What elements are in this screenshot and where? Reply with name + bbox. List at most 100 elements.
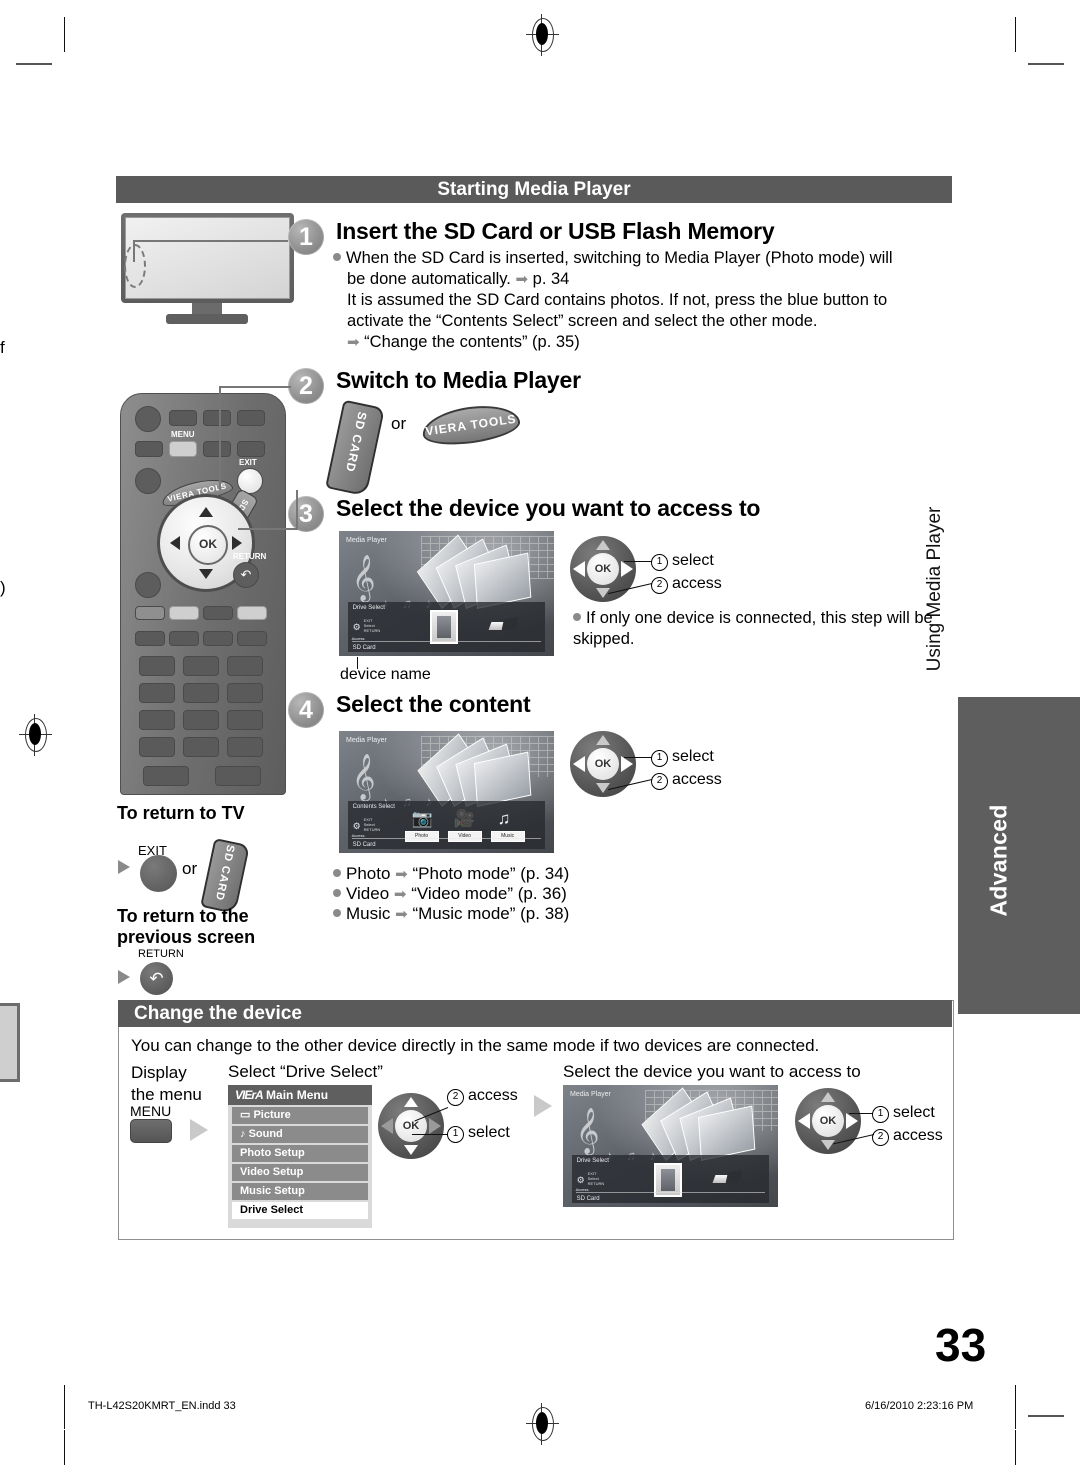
leader-line-step1-h [133, 240, 288, 242]
mode-name-video: Video [346, 884, 390, 903]
photo-icon[interactable]: 📷 [412, 809, 433, 829]
remote-keypad-8[interactable] [183, 710, 219, 730]
arrow-down-icon[interactable] [199, 569, 213, 579]
tile-video[interactable]: Video [447, 830, 482, 842]
arrow-down-icon[interactable] [821, 1140, 835, 1150]
video-icon[interactable]: 🎥 [454, 809, 475, 829]
menu-item-drive-select[interactable]: Drive Select [232, 1202, 368, 1219]
usb-drive-icon[interactable] [712, 1167, 742, 1189]
section-header-starting-media-player: Starting Media Player [116, 176, 952, 203]
remote-color-button-blue[interactable] [237, 606, 267, 620]
menu-item-photo-setup[interactable]: Photo Setup [232, 1145, 368, 1162]
remote-left-button-upper[interactable] [135, 468, 161, 494]
remote-menu-button[interactable] [169, 441, 197, 457]
contents-select-app-title: Media Player [346, 737, 387, 744]
ok-button[interactable]: OK [812, 1105, 844, 1137]
arrow-left-icon[interactable] [798, 1113, 810, 1129]
arrow-right-icon[interactable] [621, 756, 633, 772]
menu-item-music-setup[interactable]: Music Setup [232, 1183, 368, 1200]
remote-keypad-7[interactable] [139, 710, 175, 730]
arrow-up-icon[interactable] [596, 735, 610, 745]
remote-ok-button[interactable]: OK [188, 525, 228, 565]
section-header-change-device: Change the device [118, 1000, 952, 1027]
cursor-pad-step3[interactable]: OK [570, 536, 636, 602]
menu-item-picture[interactable]: ▭ Picture [232, 1107, 368, 1124]
remote-function-button-4[interactable] [237, 631, 267, 646]
return-button-icon[interactable]: ↶ [140, 962, 173, 995]
arrow-left-icon[interactable] [573, 756, 585, 772]
remote-top-button-3[interactable] [237, 410, 265, 426]
menu-item-video-setup[interactable]: Video Setup [232, 1164, 368, 1181]
list-item: Video ➡ “Video mode” (p. 36) [333, 884, 733, 904]
remote-color-button-yellow[interactable] [203, 606, 233, 620]
arrow-right-icon[interactable] [621, 561, 633, 577]
cursor-pad-change-right[interactable]: OK [795, 1088, 861, 1154]
remote-power-button[interactable] [135, 406, 161, 432]
arrow-up-icon[interactable] [404, 1097, 418, 1107]
callout-line-change-right-select [849, 1113, 873, 1114]
remote-keypad-3[interactable] [227, 656, 263, 676]
remote-button-row2-1[interactable] [135, 441, 163, 457]
remote-keypad-6[interactable] [227, 683, 263, 703]
arrow-left-icon[interactable] [381, 1118, 393, 1134]
arrow-right-icon[interactable] [429, 1118, 441, 1134]
arrow-right-icon[interactable] [232, 536, 242, 550]
ok-button[interactable]: OK [587, 748, 619, 780]
remote-bottom-button-left[interactable] [143, 766, 189, 786]
remote-function-button-2[interactable] [169, 631, 199, 646]
cursor-pad-change-left[interactable]: OK [378, 1093, 444, 1159]
usb-drive-icon[interactable] [488, 614, 518, 636]
remote-bottom-button-right[interactable] [215, 766, 261, 786]
sd-card-icon[interactable] [429, 610, 458, 645]
remote-keypad-2[interactable] [183, 656, 219, 676]
arrow-icon: ➡ [395, 906, 408, 923]
arrow-up-icon[interactable] [199, 507, 213, 517]
sd-card-key-icon-return[interactable]: SD CARD [200, 838, 250, 914]
exit-button-icon[interactable] [140, 855, 177, 892]
tv-base [166, 314, 248, 324]
ok-button[interactable]: OK [395, 1110, 427, 1142]
cursor-pad-step4[interactable]: OK [570, 731, 636, 797]
menu-button[interactable] [130, 1119, 172, 1143]
crop-mark-top-left [64, 17, 65, 52]
remote-function-button-3[interactable] [203, 631, 233, 646]
arrow-down-icon[interactable] [404, 1145, 418, 1155]
remote-keypad-9[interactable] [227, 710, 263, 730]
sd-card-key-icon[interactable]: SD CARD [325, 399, 385, 497]
step-1-line-4: It is assumed the SD Card contains photo… [347, 291, 888, 309]
drive-select-device-name: SD Card [352, 645, 376, 652]
ok-button[interactable]: OK [587, 553, 619, 585]
remote-return-button[interactable]: ↶ [233, 562, 259, 588]
arrow-up-icon[interactable] [596, 540, 610, 550]
arrow-left-icon[interactable] [573, 561, 585, 577]
leader-line-step2 [219, 386, 221, 490]
remote-keypad-asterisk[interactable] [139, 737, 175, 757]
tile-photo[interactable]: Photo [404, 830, 439, 842]
remote-keypad-0[interactable] [183, 737, 219, 757]
remote-top-button-2[interactable] [203, 410, 231, 426]
remote-button-row2-4[interactable] [237, 441, 265, 457]
callout-step3-access: 2 access [651, 575, 722, 594]
remote-keypad-4[interactable] [139, 683, 175, 703]
tile-music[interactable]: Music [490, 830, 525, 842]
step-1-line-2: be done automatically. [347, 270, 511, 288]
music-icon[interactable]: ♫ [498, 809, 511, 829]
remote-button-row2-3[interactable] [203, 441, 231, 457]
remote-function-button-1[interactable] [135, 631, 165, 646]
viera-tools-key-icon[interactable]: VIERA TOOLS [419, 400, 523, 450]
menu-item-sound[interactable]: ♪ Sound [232, 1126, 368, 1143]
remote-left-button-lower[interactable] [135, 572, 161, 598]
arrow-left-icon[interactable] [170, 536, 180, 550]
remote-keypad-1[interactable] [139, 656, 175, 676]
arrow-up-icon[interactable] [821, 1092, 835, 1102]
remote-color-button-green[interactable] [169, 606, 199, 620]
footer-timestamp: 6/16/2010 2:23:16 PM [865, 1400, 974, 1412]
remote-keypad-5[interactable] [183, 683, 219, 703]
arrow-right-icon[interactable] [846, 1113, 858, 1129]
remote-color-button-red[interactable] [135, 606, 165, 620]
remote-keypad-hash[interactable] [227, 737, 263, 757]
menu-item-label: Photo Setup [240, 1147, 305, 1159]
return-to-previous-title: To return to the previous screen [117, 906, 255, 948]
remote-top-button-1[interactable] [169, 410, 197, 426]
callout-change-access: 2 access [447, 1087, 518, 1106]
